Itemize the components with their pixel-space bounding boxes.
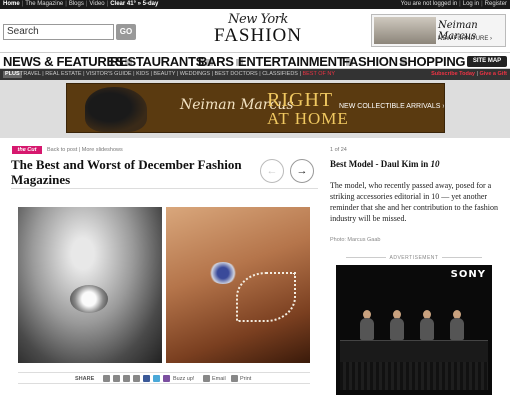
nav-bars[interactable]: BARS bbox=[198, 54, 243, 69]
weather-link[interactable]: Clear 41° » 5-day bbox=[110, 1, 158, 7]
share-bar: SHARE Buzz up! Email Print bbox=[18, 372, 310, 384]
banner-cta[interactable]: NEW COLLECTIBLE ARRIVALS › bbox=[339, 103, 444, 110]
subscribe-link[interactable]: Subscribe Today bbox=[431, 71, 475, 77]
top-links: Home | The Magazine | Blogs | Video | Clear 41° … bbox=[3, 1, 159, 7]
print-link[interactable]: Print bbox=[240, 374, 251, 384]
slide-photo-left[interactable] bbox=[18, 207, 162, 363]
person bbox=[420, 318, 434, 340]
banner-headline-2: AT HOME bbox=[267, 109, 349, 128]
buzz-up-link[interactable]: Buzz up! bbox=[173, 374, 194, 384]
person bbox=[360, 318, 374, 340]
person bbox=[390, 318, 404, 340]
site-map-button[interactable]: SITE MAP bbox=[467, 56, 507, 67]
the-cut-badge[interactable]: the Cut bbox=[12, 146, 42, 154]
jewelry-detail bbox=[70, 285, 108, 313]
site-header: Search GO New York FASHION Neiman Marcus… bbox=[0, 9, 510, 52]
furniture-photo bbox=[374, 17, 436, 44]
best-of-ny-link[interactable]: BEST OF NY bbox=[302, 71, 335, 77]
slide-counter: 1 of 24 bbox=[330, 147, 347, 153]
lion-sculpture-image bbox=[85, 87, 147, 132]
header-ad[interactable]: Neiman Marcus NEW FURNITURE › bbox=[371, 14, 506, 47]
person bbox=[450, 318, 464, 340]
slide-title-magazine: 10 bbox=[430, 159, 440, 169]
plus-label: PLUS bbox=[3, 71, 22, 78]
pearl-chain-detail bbox=[236, 272, 296, 322]
sony-ad[interactable]: SONY bbox=[336, 265, 492, 395]
register-link[interactable]: Register bbox=[485, 1, 507, 7]
top-utility-bar: Home | The Magazine | Blogs | Video | Clear 41° … bbox=[0, 0, 510, 9]
print-icon[interactable] bbox=[231, 375, 238, 382]
header-ad-tagline: NEW FURNITURE › bbox=[438, 36, 492, 42]
nav-fashion[interactable]: FASHION bbox=[342, 54, 407, 69]
facebook-icon[interactable] bbox=[143, 375, 150, 382]
sub-nav: PLUS TRAVEL | REAL ESTATE | VISITOR'S GU… bbox=[0, 69, 510, 80]
nav-label: BARS bbox=[198, 54, 234, 69]
back-to-post-link[interactable]: Back to post bbox=[47, 147, 77, 153]
email-link[interactable]: Email bbox=[212, 374, 226, 384]
share-label: SHARE bbox=[75, 376, 95, 382]
slide-description: The model, who recently passed away, pos… bbox=[330, 181, 498, 223]
yahoo-buzz-icon[interactable] bbox=[163, 375, 170, 382]
sub-nav-link-list[interactable]: TRAVEL | REAL ESTATE | VISITOR'S GUIDE |… bbox=[20, 71, 301, 77]
blogs-link[interactable]: Blogs bbox=[69, 1, 84, 7]
nav-entertainment[interactable]: ENTERTAINMENT bbox=[238, 54, 354, 69]
nav-label: NEWS & FEATURES bbox=[3, 54, 124, 69]
jewel-detail bbox=[208, 262, 238, 284]
search-input[interactable]: Search bbox=[3, 24, 114, 40]
subscription-links: Subscribe Today | Give a Gift bbox=[431, 71, 507, 77]
main-content: the Cut Back to post | More slideshows T… bbox=[0, 138, 510, 415]
nav-label: SHOPPING bbox=[399, 54, 466, 69]
email-icon[interactable] bbox=[203, 375, 210, 382]
breadcrumb: Back to post | More slideshows bbox=[47, 147, 123, 153]
photo-credit: Photo: Marcus Gaab bbox=[330, 237, 381, 243]
slide-title-text: Best Model - Daul Kim in bbox=[330, 159, 429, 169]
slide-photo-right[interactable] bbox=[166, 207, 310, 363]
nav-label: FASHION bbox=[342, 54, 398, 69]
next-slide-button[interactable]: → bbox=[290, 159, 314, 183]
page-title: The Best and Worst of December Fashion M… bbox=[11, 157, 242, 187]
main-nav: NEWS & FEATURES RESTAURANTS BARS ENTERTA… bbox=[0, 52, 510, 69]
press-table bbox=[340, 340, 488, 362]
login-link[interactable]: Log in bbox=[463, 1, 479, 7]
search-go-button[interactable]: GO bbox=[116, 24, 136, 40]
divider bbox=[11, 188, 318, 189]
stumbleupon-icon[interactable] bbox=[133, 375, 140, 382]
arrow-right-icon: → bbox=[296, 165, 308, 177]
sub-nav-links[interactable]: TRAVEL | REAL ESTATE | VISITOR'S GUIDE |… bbox=[20, 69, 335, 80]
banner-area: Neiman Marcus RIGHT AT HOME NEW COLLECTI… bbox=[0, 80, 510, 138]
twitter-icon[interactable] bbox=[153, 375, 160, 382]
delicious-icon[interactable] bbox=[123, 375, 130, 382]
give-gift-link[interactable]: Give a Gift bbox=[479, 71, 507, 77]
login-status: You are not logged in bbox=[400, 1, 458, 7]
nav-shopping[interactable]: SHOPPING bbox=[399, 54, 475, 69]
slide-title: Best Model - Daul Kim in 10 bbox=[330, 159, 440, 169]
digg-icon[interactable] bbox=[103, 375, 110, 382]
reddit-icon[interactable] bbox=[113, 375, 120, 382]
nav-label: RESTAURANTS bbox=[110, 54, 204, 69]
previous-slide-button[interactable]: ← bbox=[260, 159, 284, 183]
banner-ad[interactable]: Neiman Marcus RIGHT AT HOME NEW COLLECTI… bbox=[66, 83, 445, 133]
table-skirt bbox=[340, 362, 488, 390]
account-links: You are not logged in | Log in | Register bbox=[400, 1, 507, 7]
more-slideshows-link[interactable]: More slideshows bbox=[82, 147, 123, 153]
logo-fashion[interactable]: FASHION bbox=[208, 25, 308, 47]
video-link[interactable]: Video bbox=[89, 1, 104, 7]
home-link[interactable]: Home bbox=[3, 1, 20, 7]
arrow-left-icon: ← bbox=[266, 165, 278, 177]
nav-label: ENTERTAINMENT bbox=[238, 54, 345, 69]
magazine-link[interactable]: The Magazine bbox=[25, 1, 63, 7]
sony-logo: SONY bbox=[450, 269, 486, 280]
advertisement-label: ADVERTISEMENT bbox=[336, 255, 492, 261]
